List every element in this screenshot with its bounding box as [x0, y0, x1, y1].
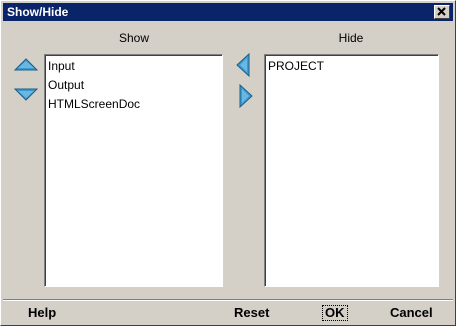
hide-label: Hide [338, 31, 364, 45]
down-arrow-icon [14, 88, 38, 101]
window-title: Show/Hide [7, 5, 69, 19]
footer-divider [3, 299, 453, 301]
move-up-button[interactable] [14, 57, 38, 79]
cancel-button[interactable]: Cancel [390, 304, 433, 322]
list-item[interactable]: PROJECT [265, 57, 438, 76]
show-list[interactable]: Input Output HTMLScreenDoc [44, 54, 223, 287]
reset-button[interactable]: Reset [234, 304, 269, 322]
hide-list[interactable]: PROJECT [264, 54, 439, 287]
ok-button[interactable]: OK [322, 305, 348, 321]
right-arrow-icon [239, 84, 253, 108]
list-item[interactable]: HTMLScreenDoc [45, 95, 222, 114]
close-icon [437, 7, 446, 16]
list-item[interactable]: Input [45, 57, 222, 76]
list-item[interactable]: Output [45, 76, 222, 95]
left-arrow-icon [236, 53, 250, 77]
help-button[interactable]: Help [28, 304, 56, 322]
move-to-show-button[interactable] [234, 53, 256, 77]
title-bar: Show/Hide [3, 3, 453, 21]
move-to-hide-button[interactable] [237, 84, 259, 108]
move-down-button[interactable] [14, 86, 38, 108]
up-arrow-icon [14, 58, 38, 71]
show-hide-dialog: Show/Hide Show Hide Input Output HTMLScr… [0, 0, 456, 326]
close-button[interactable] [434, 5, 450, 19]
show-label: Show [118, 31, 150, 45]
